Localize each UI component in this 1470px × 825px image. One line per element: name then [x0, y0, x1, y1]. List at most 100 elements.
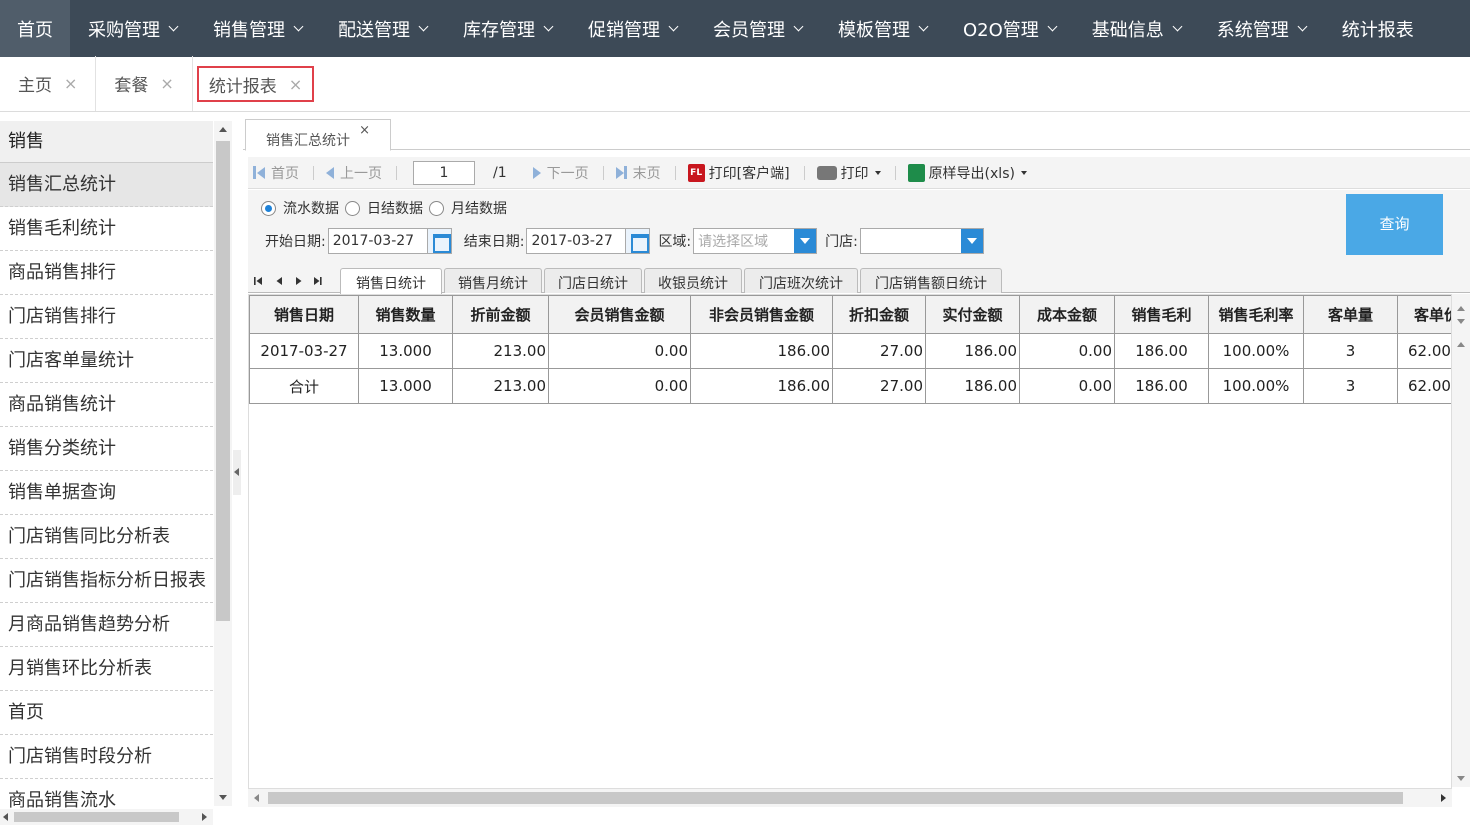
subtab-store-daily-amount[interactable]: 门店销售额日统计 [860, 268, 1002, 293]
inner-tabbar: 销售汇总统计 × [243, 117, 1470, 151]
table-total-row[interactable]: 合计 13.000 213.00 0.00 186.00 27.00 186.0… [249, 368, 1451, 404]
print-client-button[interactable]: FL 打印[客户端] [687, 163, 790, 183]
nav-template[interactable]: 模板管理 [820, 0, 945, 57]
grid-vertical-scrollbar[interactable] [1452, 294, 1470, 787]
end-date-input[interactable]: 2017-03-27 [526, 228, 651, 254]
scroll-up-icon[interactable] [1457, 306, 1465, 311]
sidebar-item[interactable]: 商品销售排行 [0, 251, 213, 295]
subtab-monthly-sales[interactable]: 销售月统计 [444, 268, 542, 293]
grid-horizontal-scrollbar[interactable] [248, 789, 1452, 807]
nav-basic-info[interactable]: 基础信息 [1074, 0, 1199, 57]
start-date-input[interactable]: 2017-03-27 [327, 228, 452, 254]
column-header[interactable]: 折扣金额 [832, 295, 926, 334]
scroll-thumb[interactable] [216, 141, 230, 621]
export-xls-button[interactable]: 原样导出(xls) [907, 163, 1027, 183]
scroll-down-icon[interactable] [1457, 776, 1465, 781]
close-icon[interactable]: × [359, 123, 370, 138]
sidebar-item[interactable]: 商品销售统计 [0, 383, 213, 427]
store-select[interactable] [859, 228, 984, 254]
first-page-button[interactable]: 首页 [253, 163, 299, 183]
column-header[interactable]: 成本金额 [1019, 295, 1115, 334]
page-tab-reports[interactable]: 统计报表 × [196, 66, 315, 102]
sidebar-item[interactable]: 销售毛利统计 [0, 207, 213, 251]
sidebar-item[interactable]: 门店销售排行 [0, 295, 213, 339]
scroll-thumb[interactable] [14, 812, 179, 822]
subtab-store-shift[interactable]: 门店班次统计 [744, 268, 858, 293]
next-page-button[interactable]: 下一页 [532, 163, 589, 183]
sidebar-item[interactable]: 门店销售时段分析 [0, 735, 213, 779]
page-tab-home[interactable]: 主页 × [0, 56, 97, 111]
scroll-left-icon[interactable] [254, 794, 259, 802]
calendar-icon[interactable] [426, 229, 451, 253]
column-header[interactable]: 会员销售金额 [548, 295, 691, 334]
radio-monthly-data[interactable]: 月结数据 [429, 198, 507, 218]
scroll-left-icon[interactable] [3, 813, 8, 821]
sidebar-item[interactable]: 门店销售指标分析日报表 [0, 559, 213, 603]
scroll-up-icon[interactable] [219, 127, 227, 132]
nav-inventory[interactable]: 库存管理 [445, 0, 570, 57]
prev-page-button[interactable]: 上一页 [326, 163, 382, 183]
radio-flow-data[interactable]: 流水数据 [261, 198, 339, 218]
scroll-thumb[interactable] [268, 792, 1403, 804]
subtab-daily-sales[interactable]: 销售日统计 [340, 268, 442, 294]
page-total: /1 [493, 164, 507, 181]
sidebar-item[interactable]: 首页 [0, 691, 213, 735]
scroll-right-icon[interactable] [202, 813, 207, 821]
sidebar-header[interactable]: 销售 [0, 121, 213, 163]
sidebar-item[interactable]: 月销售环比分析表 [0, 647, 213, 691]
column-header[interactable]: 客单价 [1397, 295, 1451, 334]
nav-o2o[interactable]: O2O管理 [945, 0, 1074, 57]
sidebar-horizontal-scrollbar[interactable] [0, 809, 213, 825]
sidebar-collapse-handle[interactable] [233, 450, 241, 495]
nav-delivery[interactable]: 配送管理 [320, 0, 445, 57]
column-header[interactable]: 非会员销售金额 [690, 295, 833, 334]
page-tab-package[interactable]: 套餐 × [96, 56, 193, 111]
sidebar-item[interactable]: 销售分类统计 [0, 427, 213, 471]
scroll-right-icon[interactable] [1441, 794, 1446, 802]
column-header[interactable]: 销售毛利率 [1208, 295, 1304, 334]
column-header[interactable]: 销售数量 [358, 295, 453, 334]
sidebar-item[interactable]: 销售汇总统计 [0, 163, 213, 207]
sidebar-item[interactable]: 销售单据查询 [0, 471, 213, 515]
subtab-nav-icons[interactable] [252, 274, 336, 288]
column-header[interactable]: 客单量 [1303, 295, 1398, 334]
column-header[interactable]: 折前金额 [452, 295, 549, 334]
nav-purchase[interactable]: 采购管理 [70, 0, 195, 57]
table-row[interactable]: 2017-03-27 13.000 213.00 0.00 186.00 27.… [249, 333, 1451, 369]
sidebar-vertical-scrollbar[interactable] [214, 121, 232, 806]
column-header[interactable]: 销售日期 [249, 295, 359, 334]
dropdown-arrow-icon[interactable] [960, 229, 983, 253]
chevron-down-icon [543, 21, 554, 31]
nav-reports[interactable]: 统计报表 [1324, 0, 1432, 57]
nav-system[interactable]: 系统管理 [1199, 0, 1324, 57]
nav-home[interactable]: 首页 [0, 0, 70, 57]
radio-daily-data[interactable]: 日结数据 [345, 198, 423, 218]
nav-member[interactable]: 会员管理 [695, 0, 820, 57]
close-icon[interactable]: × [289, 75, 302, 94]
page-number-input[interactable]: 1 [413, 160, 475, 185]
table-cell: 合计 [249, 368, 359, 404]
table-cell: 213.00 [452, 368, 549, 404]
close-icon[interactable]: × [160, 74, 173, 93]
sidebar-item[interactable]: 门店客单量统计 [0, 339, 213, 383]
scroll-down-icon[interactable] [1457, 319, 1465, 324]
dropdown-arrow-icon[interactable] [794, 229, 817, 253]
region-select[interactable]: 请选择区域 [693, 228, 818, 254]
sidebar-item[interactable]: 月商品销售趋势分析 [0, 603, 213, 647]
scroll-up-icon[interactable] [1457, 342, 1465, 347]
sidebar-item[interactable]: 门店销售同比分析表 [0, 515, 213, 559]
close-icon[interactable]: × [64, 74, 77, 93]
scroll-down-icon[interactable] [219, 795, 227, 800]
nav-sales[interactable]: 销售管理 [195, 0, 320, 57]
print-label: 打印 [840, 165, 869, 182]
subtab-store-daily[interactable]: 门店日统计 [544, 268, 642, 293]
column-header[interactable]: 实付金额 [925, 295, 1020, 334]
nav-promotion[interactable]: 促销管理 [570, 0, 695, 57]
subtab-cashier[interactable]: 收银员统计 [644, 268, 742, 293]
column-header[interactable]: 销售毛利 [1114, 295, 1209, 334]
query-button[interactable]: 查询 [1346, 194, 1443, 255]
last-page-button[interactable]: 末页 [615, 163, 661, 183]
tab-sales-summary[interactable]: 销售汇总统计 × [245, 119, 391, 151]
print-button[interactable]: 打印 [816, 163, 881, 183]
calendar-icon[interactable] [625, 229, 650, 253]
